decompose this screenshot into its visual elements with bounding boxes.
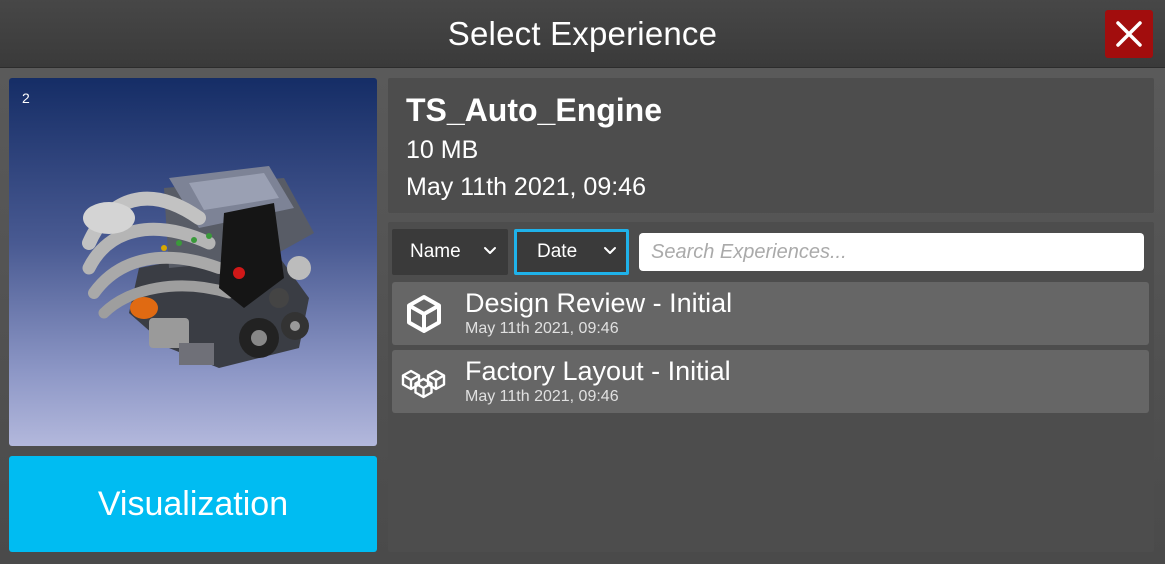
preview-panel: 2 xyxy=(9,78,377,446)
list-item-date: May 11th 2021, 09:46 xyxy=(465,388,619,405)
visualization-button[interactable]: Visualization xyxy=(9,456,377,552)
sort-date-dropdown[interactable]: Date xyxy=(514,229,629,275)
window-title: Select Experience xyxy=(447,14,718,52)
sort-name-label: Name xyxy=(410,241,461,262)
chevron-down-icon xyxy=(604,247,616,254)
list-item-date: May 11th 2021, 09:46 xyxy=(465,320,619,337)
experience-size: 10 MB xyxy=(406,136,479,164)
list-item-name: Factory Layout - Initial xyxy=(465,356,731,386)
search-input[interactable] xyxy=(639,233,1144,271)
preview-index: 2 xyxy=(22,90,30,106)
engine-model-image xyxy=(82,166,314,368)
title-bar: Select Experience xyxy=(0,0,1165,68)
experience-name: TS_Auto_Engine xyxy=(406,92,663,128)
sort-date-label: Date xyxy=(537,241,578,262)
close-button[interactable] xyxy=(1105,10,1153,58)
cube-icon xyxy=(407,295,441,333)
close-icon xyxy=(1116,21,1142,47)
sort-name-dropdown[interactable]: Name xyxy=(392,229,508,275)
list-item[interactable]: Design Review - Initial May 11th 2021, 0… xyxy=(392,282,1149,345)
cubes-icon xyxy=(401,369,446,399)
list-item-name: Design Review - Initial xyxy=(465,288,733,318)
chevron-down-icon xyxy=(484,247,496,254)
experience-date: May 11th 2021, 09:46 xyxy=(406,173,646,201)
experience-details: TS_Auto_Engine 10 MB May 11th 2021, 09:4… xyxy=(388,78,1154,213)
list-item[interactable]: Factory Layout - Initial May 11th 2021, … xyxy=(392,350,1149,413)
